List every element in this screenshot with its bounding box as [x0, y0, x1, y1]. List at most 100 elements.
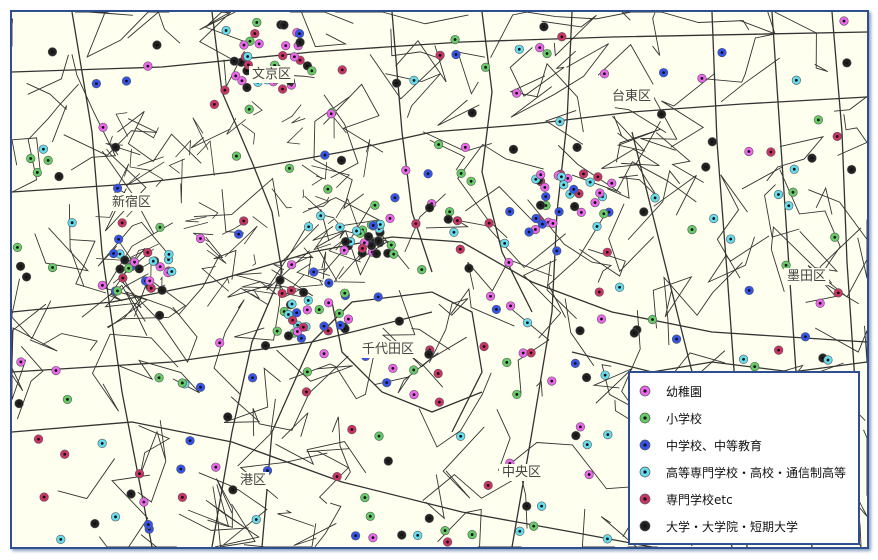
school-marker-icon[interactable] — [294, 28, 305, 39]
school-marker-icon[interactable] — [417, 265, 427, 275]
school-marker-icon[interactable] — [434, 397, 444, 407]
school-marker-icon[interactable] — [599, 69, 610, 79]
school-marker-icon[interactable] — [21, 272, 32, 282]
school-marker-icon[interactable] — [16, 357, 26, 367]
school-marker-icon[interactable] — [409, 365, 419, 375]
school-marker-icon[interactable] — [32, 167, 42, 178]
school-marker-icon[interactable] — [455, 244, 465, 254]
school-marker-icon[interactable] — [555, 116, 565, 127]
school-marker-icon[interactable] — [252, 17, 262, 28]
school-marker-icon[interactable] — [647, 314, 658, 325]
school-marker-icon[interactable] — [260, 341, 271, 351]
school-marker-icon[interactable] — [247, 373, 258, 383]
school-marker-icon[interactable] — [340, 236, 351, 247]
school-marker-icon[interactable] — [784, 201, 794, 211]
school-marker-icon[interactable] — [442, 537, 453, 547]
school-marker-icon[interactable] — [283, 331, 294, 341]
school-marker-icon[interactable] — [575, 422, 586, 432]
school-marker-icon[interactable] — [554, 207, 564, 217]
school-marker-icon[interactable] — [250, 28, 260, 39]
school-marker-icon[interactable] — [234, 229, 244, 239]
school-marker-icon[interactable] — [500, 238, 510, 248]
school-marker-icon[interactable] — [110, 142, 121, 152]
school-marker-icon[interactable] — [281, 41, 291, 51]
school-marker-icon[interactable] — [584, 469, 594, 480]
school-marker-icon[interactable] — [363, 232, 374, 242]
school-marker-icon[interactable] — [177, 378, 187, 388]
school-marker-icon[interactable] — [98, 122, 108, 133]
school-marker-icon[interactable] — [275, 275, 285, 285]
school-marker-icon[interactable] — [272, 326, 282, 336]
school-marker-icon[interactable] — [155, 222, 165, 232]
school-marker-icon[interactable] — [615, 282, 625, 292]
school-marker-icon[interactable] — [62, 394, 73, 405]
school-marker-icon[interactable] — [467, 529, 477, 540]
school-marker-icon[interactable] — [54, 171, 64, 182]
school-marker-icon[interactable] — [278, 51, 288, 61]
school-marker-icon[interactable] — [413, 530, 423, 540]
school-marker-icon[interactable] — [223, 412, 233, 422]
school-marker-icon[interactable] — [110, 512, 121, 522]
school-marker-icon[interactable] — [434, 139, 444, 150]
school-marker-icon[interactable] — [335, 320, 345, 330]
school-marker-icon[interactable] — [295, 37, 305, 47]
school-marker-icon[interactable] — [154, 373, 164, 383]
school-marker-icon[interactable] — [502, 357, 512, 368]
school-marker-icon[interactable] — [38, 144, 49, 154]
school-marker-icon[interactable] — [813, 115, 823, 125]
school-marker-icon[interactable] — [590, 197, 600, 208]
school-marker-icon[interactable] — [350, 531, 361, 541]
school-marker-icon[interactable] — [365, 511, 375, 521]
school-marker-icon[interactable] — [251, 514, 261, 525]
school-marker-icon[interactable] — [559, 180, 569, 190]
school-marker-icon[interactable] — [707, 137, 717, 147]
school-marker-icon[interactable] — [118, 273, 128, 283]
school-marker-icon[interactable] — [593, 172, 603, 182]
school-marker-icon[interactable] — [112, 286, 123, 296]
school-marker-icon[interactable] — [332, 471, 342, 482]
school-marker-icon[interactable] — [373, 292, 383, 302]
school-marker-icon[interactable] — [491, 304, 501, 315]
school-marker-icon[interactable] — [443, 214, 453, 224]
school-marker-icon[interactable] — [303, 295, 313, 305]
school-marker-icon[interactable] — [339, 245, 349, 255]
school-marker-icon[interactable] — [515, 526, 525, 536]
school-marker-icon[interactable] — [788, 187, 798, 197]
school-marker-icon[interactable] — [594, 287, 604, 297]
school-marker-icon[interactable] — [284, 163, 295, 173]
school-marker-icon[interactable] — [108, 248, 119, 259]
school-marker-icon[interactable] — [347, 424, 357, 435]
school-marker-icon[interactable] — [571, 430, 581, 441]
school-marker-icon[interactable] — [592, 221, 602, 232]
school-marker-icon[interactable] — [569, 184, 579, 194]
school-marker-icon[interactable] — [833, 288, 843, 298]
school-marker-icon[interactable] — [14, 398, 24, 409]
school-marker-icon[interactable] — [56, 534, 66, 544]
school-marker-icon[interactable] — [298, 322, 308, 332]
school-marker-icon[interactable] — [576, 207, 586, 217]
school-marker-icon[interactable] — [485, 291, 496, 301]
school-marker-icon[interactable] — [390, 193, 400, 203]
school-marker-icon[interactable] — [279, 20, 289, 30]
school-marker-icon[interactable] — [157, 285, 167, 295]
school-marker-icon[interactable] — [302, 305, 312, 315]
school-marker-icon[interactable] — [117, 218, 127, 228]
school-marker-icon[interactable] — [176, 464, 186, 474]
school-marker-icon[interactable] — [292, 308, 302, 318]
school-marker-icon[interactable] — [319, 321, 329, 331]
school-marker-icon[interactable] — [570, 358, 580, 368]
school-marker-icon[interactable] — [254, 39, 264, 49]
school-marker-icon[interactable] — [570, 201, 580, 212]
school-marker-icon[interactable] — [211, 462, 221, 472]
school-marker-icon[interactable] — [148, 256, 158, 266]
school-marker-icon[interactable] — [701, 162, 711, 172]
school-marker-icon[interactable] — [479, 341, 489, 352]
school-marker-icon[interactable] — [807, 153, 817, 163]
school-marker-icon[interactable] — [629, 328, 639, 338]
school-marker-icon[interactable] — [343, 314, 354, 324]
school-marker-icon[interactable] — [164, 249, 174, 260]
school-marker-icon[interactable] — [351, 226, 362, 236]
school-marker-icon[interactable] — [143, 519, 153, 530]
school-marker-icon[interactable] — [518, 348, 528, 358]
school-marker-icon[interactable] — [602, 247, 612, 257]
